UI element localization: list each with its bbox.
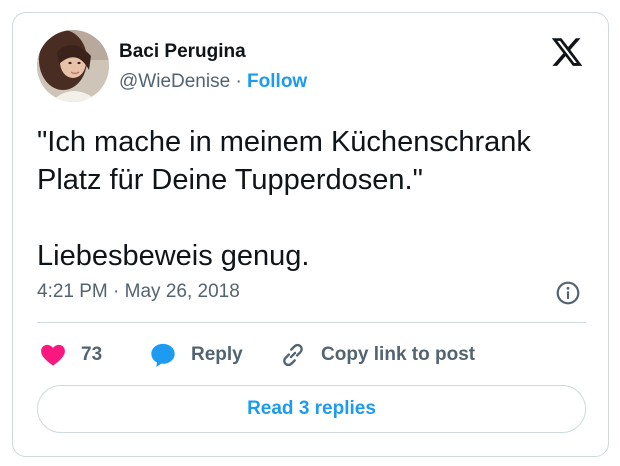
link-icon [283, 343, 303, 367]
reply-label: Reply [191, 344, 243, 365]
tweet-date: May 26, 2018 [124, 281, 240, 302]
avatar-image [37, 30, 109, 102]
author-name[interactable]: Baci Perugina [119, 41, 246, 63]
x-logo-icon[interactable] [550, 35, 584, 69]
follow-button[interactable]: Follow [247, 71, 307, 92]
like-count: 73 [81, 344, 103, 365]
handle-separator: · [235, 71, 248, 92]
author-handle[interactable]: @WieDenise [119, 71, 230, 92]
copy-link-button[interactable]: Copy link to post [279, 340, 475, 370]
tweet-text-line: Liebesbeweis genug. [37, 240, 310, 272]
read-replies-button[interactable]: Read 3 replies [37, 385, 586, 433]
avatar[interactable] [37, 30, 109, 102]
timestamp-separator: · [113, 281, 125, 302]
divider [37, 322, 586, 323]
tweet-card: Baci Perugina @WieDenise · Follow "Ich m… [12, 12, 609, 457]
speech-bubble-icon [151, 343, 175, 368]
tweet-text: "Ich mache in meinem Küchenschrank Platz… [37, 123, 597, 275]
like-button[interactable]: 73 [39, 340, 102, 370]
tweet-text-line: "Ich mache in meinem Küchenschrank [37, 126, 531, 158]
copy-link-label: Copy link to post [321, 344, 476, 365]
tweet-text-line: Platz für Deine Tupperdosen." [37, 164, 423, 196]
heart-icon [41, 344, 65, 366]
author-handle-row: @WieDenise · Follow [119, 71, 307, 93]
info-icon[interactable] [555, 280, 581, 306]
tweet-time: 4:21 PM [37, 281, 108, 302]
reply-button[interactable]: Reply [149, 340, 243, 370]
tweet-timestamp[interactable]: 4:21 PM · May 26, 2018 [37, 281, 240, 303]
